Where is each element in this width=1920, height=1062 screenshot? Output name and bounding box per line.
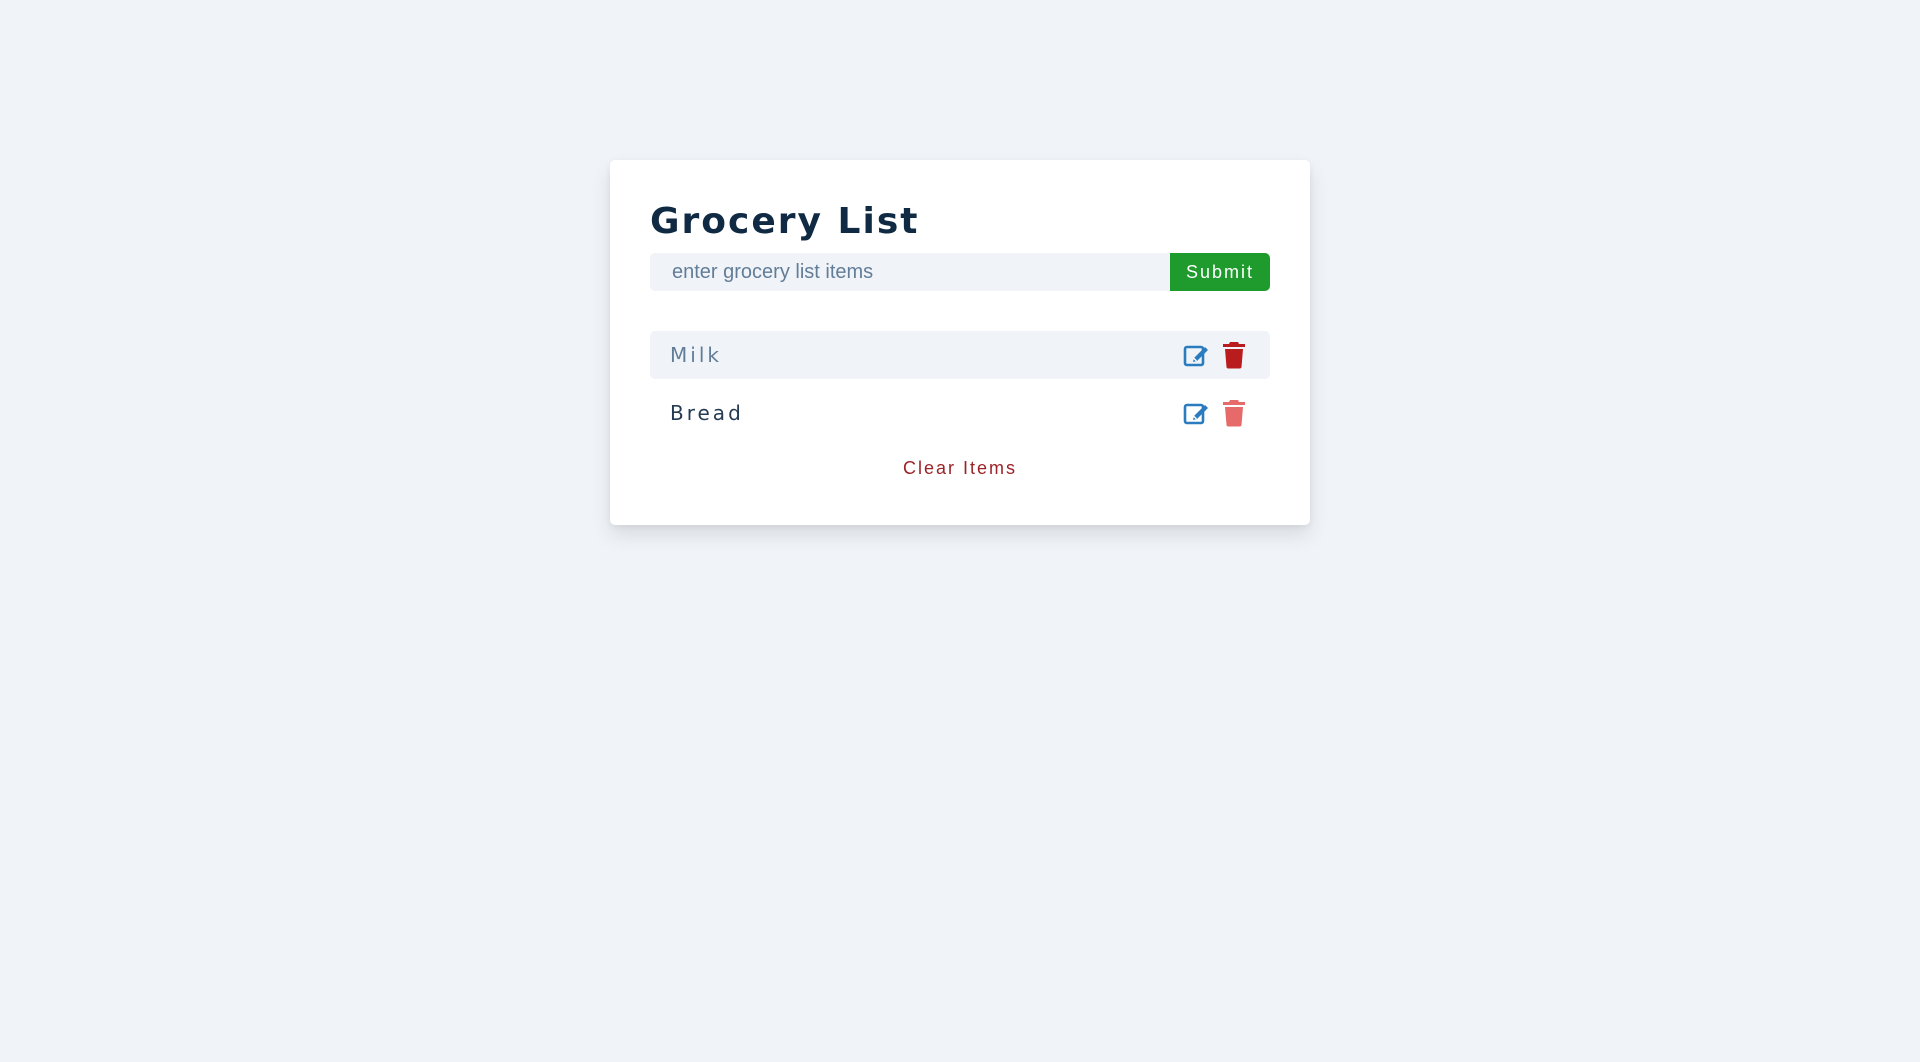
trash-icon [1223, 400, 1245, 427]
list-item: Bread [650, 389, 1270, 437]
trash-icon [1223, 342, 1245, 369]
grocery-list: Milk Bread [650, 331, 1270, 437]
page-title: Grocery List [650, 201, 920, 242]
edit-icon [1183, 403, 1208, 425]
submit-button[interactable]: Submit [1170, 253, 1270, 292]
grocery-form: Submit [650, 253, 1270, 292]
delete-button[interactable] [1220, 399, 1248, 427]
clear-section: Clear Items [650, 457, 1270, 480]
item-label: Milk [670, 343, 722, 368]
grocery-item-input[interactable] [650, 253, 1170, 292]
edit-button[interactable] [1182, 341, 1210, 369]
delete-button[interactable] [1220, 341, 1248, 369]
grocery-card: Grocery List Submit Milk [610, 160, 1310, 526]
item-actions [1182, 341, 1248, 369]
clear-items-button[interactable]: Clear Items [897, 457, 1023, 480]
item-actions [1182, 399, 1248, 427]
list-item: Milk [650, 331, 1270, 380]
item-label: Bread [670, 401, 744, 426]
edit-button[interactable] [1182, 399, 1210, 427]
edit-icon [1183, 345, 1208, 367]
